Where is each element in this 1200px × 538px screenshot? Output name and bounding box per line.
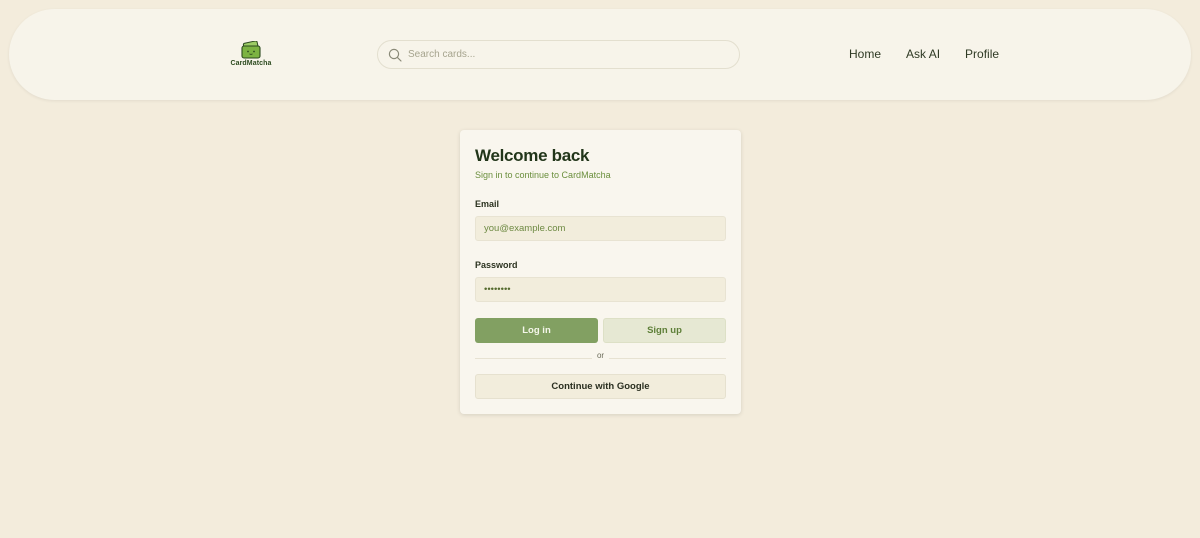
divider-or: or — [596, 351, 605, 360]
login-button[interactable]: Log in — [475, 318, 598, 343]
page-subtitle: Sign in to continue to CardMatcha — [475, 170, 611, 180]
card-logo-icon — [241, 41, 261, 59]
email-field[interactable] — [475, 216, 726, 241]
nav-profile[interactable]: Profile — [965, 47, 999, 61]
main-nav: Home Ask AI Profile — [849, 47, 1024, 61]
page-title: Welcome back — [475, 146, 590, 165]
login-card: Welcome back Sign in to continue to Card… — [460, 130, 741, 414]
brand-logo[interactable]: CardMatcha — [221, 41, 281, 77]
nav-ask-ai[interactable]: Ask AI — [906, 47, 940, 61]
search-input[interactable] — [408, 41, 728, 68]
search-icon — [388, 48, 402, 62]
signup-button[interactable]: Sign up — [603, 318, 726, 343]
password-label: Password — [475, 260, 518, 270]
divider-right — [609, 358, 726, 359]
email-label: Email — [475, 199, 500, 209]
password-field[interactable] — [475, 277, 726, 302]
search-bar — [377, 40, 740, 69]
nav-home[interactable]: Home — [849, 47, 881, 61]
logo-text: CardMatcha — [230, 60, 272, 67]
top-header: CardMatcha Home Ask AI Profile — [9, 9, 1191, 100]
divider-left — [475, 358, 592, 359]
google-signin-button[interactable]: Continue with Google — [475, 374, 726, 399]
